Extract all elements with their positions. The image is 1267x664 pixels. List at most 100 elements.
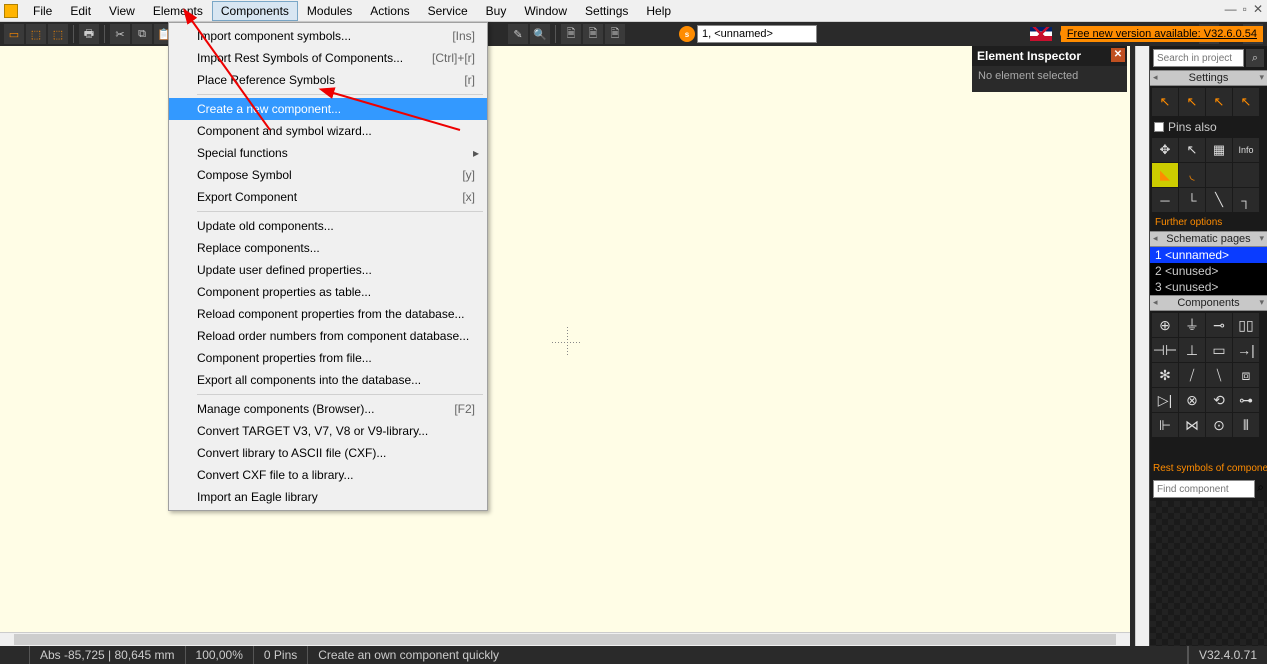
component-symbol[interactable]: ✻: [1152, 363, 1178, 387]
language-flag-icon[interactable]: [1030, 27, 1052, 41]
inspector-close-button[interactable]: ✕: [1111, 48, 1125, 62]
menu-item[interactable]: Special functions▸: [169, 142, 487, 164]
menu-item[interactable]: Import an Eagle library: [169, 486, 487, 508]
component-symbol[interactable]: ⧈: [1233, 363, 1259, 387]
further-options-link[interactable]: Further options: [1150, 214, 1267, 231]
menu-item-view[interactable]: View: [100, 1, 144, 21]
tool-grid[interactable]: ▦: [1206, 138, 1232, 162]
doc-button-1[interactable]: 🗎: [561, 24, 581, 44]
menu-item-service[interactable]: Service: [419, 1, 477, 21]
tool-line4[interactable]: ┐: [1233, 188, 1259, 212]
component-symbol[interactable]: ⊙: [1206, 413, 1232, 437]
tool-line2[interactable]: └: [1179, 188, 1205, 212]
page-item[interactable]: 2 <unused>: [1150, 263, 1267, 279]
component-symbol[interactable]: ⊸: [1206, 313, 1232, 337]
menu-item[interactable]: Component properties from file...: [169, 347, 487, 369]
component-symbol[interactable]: ⊩: [1152, 413, 1178, 437]
menu-item[interactable]: Manage components (Browser)...[F2]: [169, 398, 487, 420]
tool-button-pencil[interactable]: ✎: [508, 24, 528, 44]
page-item[interactable]: 3 <unused>: [1150, 279, 1267, 295]
tool-move[interactable]: ✥: [1152, 138, 1178, 162]
component-symbol[interactable]: ⏚: [1179, 313, 1205, 337]
menu-item-buy[interactable]: Buy: [477, 1, 516, 21]
version-link[interactable]: Free new version available: V32.6.0.54: [1061, 26, 1263, 42]
menu-item[interactable]: Import Rest Symbols of Components...[Ctr…: [169, 47, 487, 69]
tool-button-2[interactable]: ⬚: [48, 24, 68, 44]
menu-item[interactable]: Convert TARGET V3, V7, V8 or V9-library.…: [169, 420, 487, 442]
menu-item[interactable]: Reload order numbers from component data…: [169, 325, 487, 347]
component-symbol[interactable]: ⊶: [1233, 388, 1259, 412]
horizontal-scrollbar[interactable]: [0, 632, 1130, 646]
page-item[interactable]: 1 <unnamed>: [1150, 247, 1267, 263]
minimize-button[interactable]: —: [1225, 2, 1237, 16]
copy-button[interactable]: ⧉: [132, 24, 152, 44]
component-symbol[interactable]: ⊣⊢: [1152, 338, 1178, 362]
tool-line3[interactable]: ╲: [1206, 188, 1232, 212]
menu-item[interactable]: Compose Symbol[y]: [169, 164, 487, 186]
menu-item[interactable]: Import component symbols...[Ins]: [169, 25, 487, 47]
tool-arc2[interactable]: ◟: [1179, 163, 1205, 187]
schematic-pages-header[interactable]: Schematic pages: [1150, 231, 1267, 247]
tool-empty2[interactable]: [1233, 163, 1259, 187]
component-symbol[interactable]: ⫴: [1233, 413, 1259, 437]
cursor-tool-3[interactable]: ↖: [1206, 88, 1232, 116]
component-symbol[interactable]: ⧸: [1179, 363, 1205, 387]
menu-item-components[interactable]: Components: [212, 1, 298, 21]
tool-button-1[interactable]: ⬚: [26, 24, 46, 44]
menu-item[interactable]: Convert library to ASCII file (CXF)...: [169, 442, 487, 464]
menu-item-elements[interactable]: Elements: [144, 1, 212, 21]
menu-item-help[interactable]: Help: [637, 1, 680, 21]
component-symbol[interactable]: ⊕: [1152, 313, 1178, 337]
menu-item[interactable]: Create a new component...: [169, 98, 487, 120]
tool-button-search[interactable]: 🔍: [530, 24, 550, 44]
maximize-button[interactable]: ▫: [1243, 2, 1247, 16]
component-symbol[interactable]: ▷|: [1152, 388, 1178, 412]
component-symbol[interactable]: ⟲: [1206, 388, 1232, 412]
rest-symbols-link[interactable]: Rest symbols of components: [1150, 460, 1267, 477]
layer-combo[interactable]: 1, <unnamed>: [697, 25, 817, 43]
menu-item-edit[interactable]: Edit: [61, 1, 100, 21]
cut-button[interactable]: ✂: [110, 24, 130, 44]
close-button[interactable]: ✕: [1253, 2, 1263, 16]
tool-select[interactable]: ↖: [1179, 138, 1205, 162]
print-button[interactable]: 🖶: [79, 24, 99, 44]
tool-arc1[interactable]: ◣: [1152, 163, 1178, 187]
new-file-button[interactable]: ▭: [4, 24, 24, 44]
component-symbol[interactable]: ⊗: [1179, 388, 1205, 412]
tool-line1[interactable]: ─: [1152, 188, 1178, 212]
stop-button[interactable]: s: [679, 26, 695, 42]
menu-item[interactable]: Reload component properties from the dat…: [169, 303, 487, 325]
menu-item[interactable]: Export all components into the database.…: [169, 369, 487, 391]
vertical-scrollbar[interactable]: [1135, 46, 1149, 646]
find-component-icon[interactable]: ⌕: [1257, 480, 1264, 498]
cursor-tool-4[interactable]: ↖: [1233, 88, 1259, 116]
doc-button-3[interactable]: 🗎: [605, 24, 625, 44]
component-symbol[interactable]: ⧹: [1206, 363, 1232, 387]
tool-info[interactable]: Info: [1233, 138, 1259, 162]
component-symbol[interactable]: ⋈: [1179, 413, 1205, 437]
menu-item-file[interactable]: File: [24, 1, 61, 21]
menu-item[interactable]: Export Component[x]: [169, 186, 487, 208]
find-component-input[interactable]: [1153, 480, 1255, 498]
component-symbol[interactable]: ⊥: [1179, 338, 1205, 362]
menu-item-settings[interactable]: Settings: [576, 1, 637, 21]
search-icon[interactable]: ⌕: [1246, 49, 1264, 67]
cursor-tool-2[interactable]: ↖: [1179, 88, 1205, 116]
tool-empty1[interactable]: [1206, 163, 1232, 187]
menu-item[interactable]: Convert CXF file to a library...: [169, 464, 487, 486]
component-symbol[interactable]: →|: [1233, 338, 1259, 362]
components-header[interactable]: Components: [1150, 295, 1267, 311]
pins-also-checkbox[interactable]: [1154, 122, 1164, 132]
component-symbol[interactable]: ▭: [1206, 338, 1232, 362]
settings-header[interactable]: Settings: [1150, 70, 1267, 86]
menu-item[interactable]: Place Reference Symbols[r]: [169, 69, 487, 91]
menu-item[interactable]: Component properties as table...: [169, 281, 487, 303]
menu-item[interactable]: Component and symbol wizard...: [169, 120, 487, 142]
doc-button-2[interactable]: 🗎: [583, 24, 603, 44]
menu-item-actions[interactable]: Actions: [361, 1, 418, 21]
menu-item-window[interactable]: Window: [515, 1, 576, 21]
menu-item[interactable]: Replace components...: [169, 237, 487, 259]
menu-item-modules[interactable]: Modules: [298, 1, 361, 21]
search-input[interactable]: [1153, 49, 1244, 67]
menu-item[interactable]: Update user defined properties...: [169, 259, 487, 281]
